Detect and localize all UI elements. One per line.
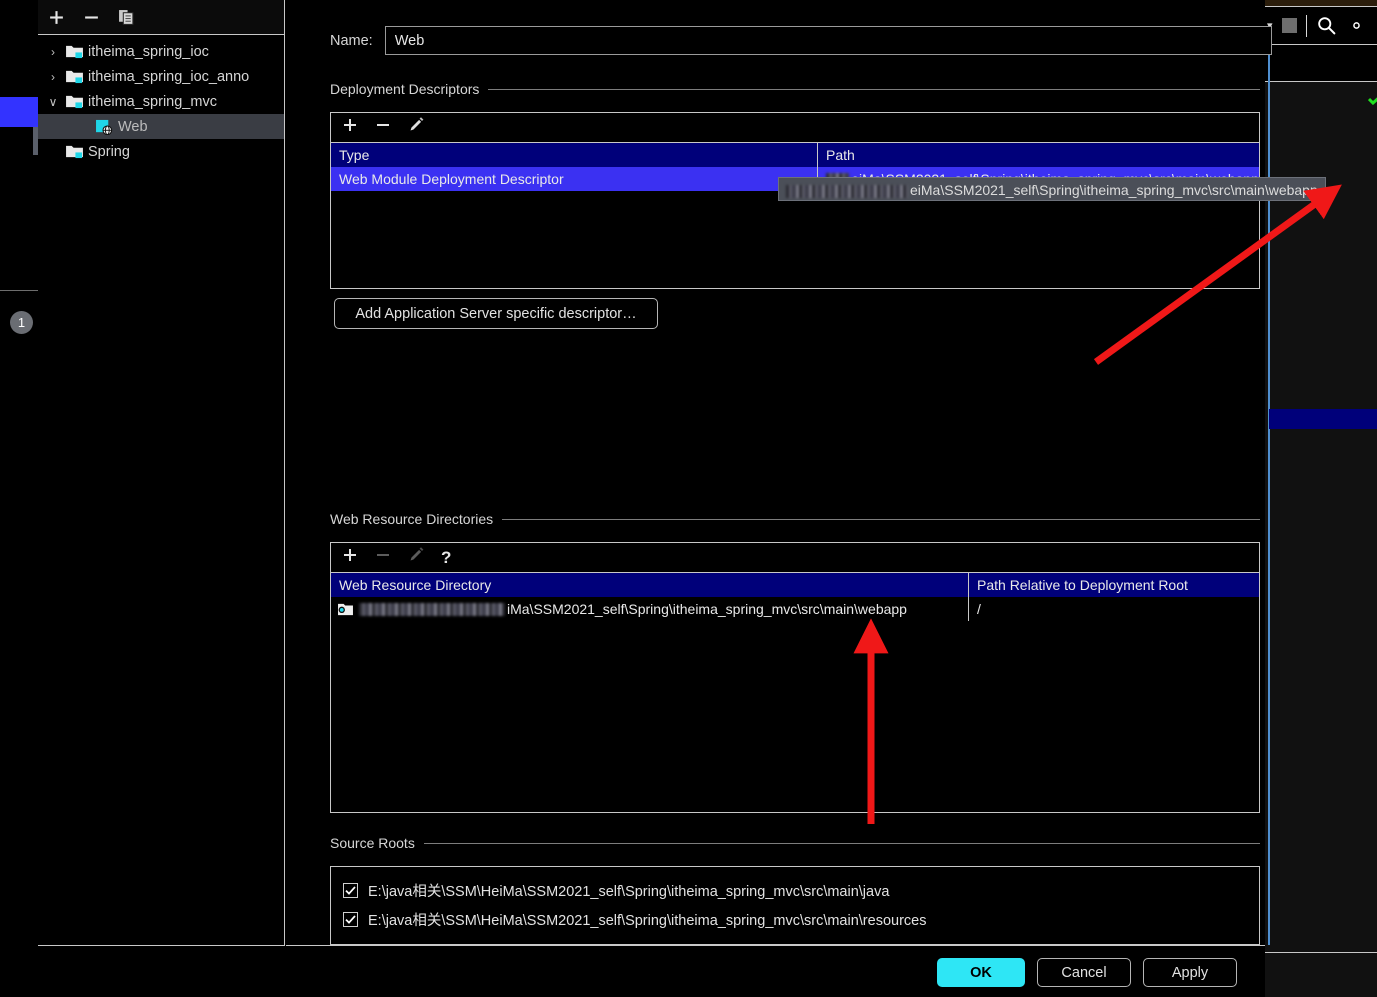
ide-status-divider (1265, 952, 1377, 953)
add-web-resource-icon-button[interactable] (342, 547, 358, 568)
checkbox-checked-icon[interactable] (343, 912, 358, 927)
module-tree-pane: › itheima_spring_ioc › itheima_spring_io… (38, 0, 285, 946)
column-header-path[interactable]: Path (817, 143, 1259, 167)
web-facet-icon (92, 119, 116, 135)
module-folder-icon (62, 144, 86, 159)
chevron-right-icon[interactable]: › (44, 70, 62, 84)
background-ide: ▾ 2 Even (1265, 0, 1377, 997)
remove-descriptor-icon-button[interactable] (375, 117, 391, 138)
web-resource-directories-toolbar: ? (331, 543, 1259, 573)
apply-button[interactable]: Apply (1143, 958, 1237, 987)
module-tree-list: › itheima_spring_ioc › itheima_spring_io… (38, 35, 284, 164)
table-row[interactable]: iMa\SSM2021_self\Spring\itheima_spring_m… (331, 597, 1259, 621)
edit-web-resource-pencil-icon (408, 547, 424, 568)
source-root-item[interactable]: E:\java相关\SSM\HeiMa\SSM2021_self\Spring\… (343, 876, 1259, 905)
tree-item-web[interactable]: ​ Web (38, 114, 284, 139)
deployment-descriptors-header: Type Path (331, 143, 1259, 167)
tree-item-itheima-spring-ioc[interactable]: › itheima_spring_ioc (38, 39, 284, 64)
name-label: Name: (330, 32, 373, 49)
name-row: Name: (330, 26, 1272, 55)
add-descriptor-icon-button[interactable] (342, 117, 358, 138)
source-root-path: E:\java相关\SSM\HeiMa\SSM2021_self\Spring\… (368, 913, 927, 929)
group-title-text: Source Roots (330, 835, 415, 851)
cell-descriptor-type: Web Module Deployment Descriptor (339, 171, 564, 187)
column-header-type[interactable]: Type (331, 143, 817, 167)
tree-item-label: itheima_spring_mvc (88, 93, 217, 110)
toolbar-divider (1305, 14, 1307, 37)
dialog-action-buttons: OK Cancel Apply (937, 958, 1237, 987)
annotation-badge-1: 1 (10, 311, 33, 334)
column-header-web-resource-directory[interactable]: Web Resource Directory (331, 573, 968, 597)
gear-icon[interactable] (1346, 15, 1367, 36)
chevron-placeholder: ​ (44, 145, 62, 159)
tree-item-label: Spring (88, 143, 130, 160)
tree-toolbar (38, 0, 284, 35)
left-divider (0, 290, 38, 291)
ok-button[interactable]: OK (937, 958, 1025, 987)
source-roots-group-title: Source Roots (330, 835, 1260, 851)
column-header-path-relative[interactable]: Path Relative to Deployment Root (968, 573, 1259, 597)
web-resource-directories-header: Web Resource Directory Path Relative to … (331, 573, 1259, 597)
cell-web-resource-directory: iMa\SSM2021_self\Spring\itheima_spring_m… (331, 597, 968, 621)
stop-square-icon[interactable] (1281, 18, 1297, 33)
cell-web-resource-directory-text: iMa\SSM2021_self\Spring\itheima_spring_m… (507, 601, 907, 617)
dialog-footer: OK Cancel Apply (38, 947, 1265, 997)
deployment-descriptors-toolbar (331, 113, 1259, 143)
web-resource-directories-group-title: Web Resource Directories (330, 511, 1260, 527)
name-input[interactable] (384, 26, 1272, 55)
path-tooltip: eiMa\SSM2021_self\Spring\itheima_spring_… (778, 177, 1326, 201)
module-settings-dialog: › itheima_spring_ioc › itheima_spring_io… (38, 0, 1326, 997)
tree-item-label: itheima_spring_ioc_anno (88, 68, 250, 85)
tree-item-label: itheima_spring_ioc (88, 43, 209, 60)
remove-module-button[interactable] (83, 9, 100, 26)
deployment-descriptors-group-title: Deployment Descriptors (330, 81, 1260, 97)
module-folder-icon (62, 44, 86, 59)
source-root-item[interactable]: E:\java相关\SSM\HeiMa\SSM2021_self\Spring\… (343, 905, 1259, 934)
tree-item-itheima-spring-mvc[interactable]: ∨ itheima_spring_mvc (38, 89, 284, 114)
source-root-path: E:\java相关\SSM\HeiMa\SSM2021_self\Spring\… (368, 884, 890, 900)
folder-web-icon (337, 602, 354, 616)
search-icon[interactable] (1316, 15, 1337, 36)
group-rule (423, 842, 1260, 844)
ide-highlighted-row (1269, 409, 1377, 429)
tree-item-itheima-spring-ioc-anno[interactable]: › itheima_spring_ioc_anno (38, 64, 284, 89)
ide-toolbar: ▾ (1265, 6, 1377, 45)
group-rule (488, 88, 1260, 90)
copy-module-icon[interactable] (118, 9, 135, 26)
tree-item-label: Web (118, 118, 148, 135)
edit-descriptor-pencil-icon[interactable] (408, 117, 424, 138)
remove-web-resource-icon-button (375, 547, 391, 568)
redacted-directory-prefix (359, 602, 505, 616)
checkbox-checked-icon[interactable] (343, 883, 358, 898)
cell-relative-path: / (968, 597, 1259, 621)
group-rule (502, 518, 1260, 520)
module-folder-icon (62, 94, 86, 109)
facet-settings-form: Name: Deployment Descriptors (286, 0, 1326, 946)
green-check-icon (1367, 92, 1377, 106)
web-resource-directories-panel: ? Web Resource Directory Path Relative t… (330, 542, 1260, 813)
cancel-button[interactable]: Cancel (1037, 958, 1131, 987)
source-roots-panel: E:\java相关\SSM\HeiMa\SSM2021_self\Spring\… (330, 866, 1260, 945)
chevron-down-icon[interactable]: ∨ (44, 95, 62, 109)
group-title-text: Web Resource Directories (330, 511, 494, 527)
screen-root: ▾ 2 Even (0, 0, 1377, 997)
add-module-button[interactable] (48, 9, 65, 26)
group-title-text: Deployment Descriptors (330, 81, 480, 97)
help-icon[interactable]: ? (441, 548, 451, 568)
chevron-placeholder: ​ (44, 120, 62, 134)
module-folder-icon (62, 69, 86, 84)
ide-panel-gap (1265, 45, 1377, 82)
redacted-tooltip-prefix (786, 184, 908, 198)
chevron-right-icon[interactable]: › (44, 45, 62, 59)
path-tooltip-text: eiMa\SSM2021_self\Spring\itheima_spring_… (910, 182, 1318, 198)
left-selection-strip (0, 97, 38, 127)
add-application-server-descriptor-button[interactable]: Add Application Server specific descript… (334, 298, 658, 329)
tree-item-spring[interactable]: ​ Spring (38, 139, 284, 164)
